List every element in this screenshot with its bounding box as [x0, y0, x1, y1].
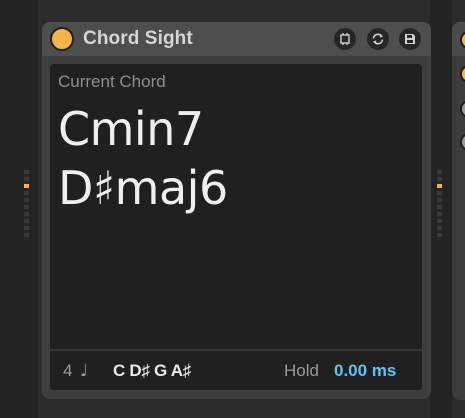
save-icon — [403, 32, 417, 46]
footer-divider — [50, 349, 422, 351]
save-button[interactable] — [399, 28, 421, 50]
hold-time-value[interactable]: 0.00 ms — [334, 361, 396, 381]
current-chord-label: Current Chord — [58, 72, 166, 91]
quarter-note-icon: ♩ — [80, 361, 89, 381]
chord-name-alternate: D♯maj6 — [58, 161, 228, 215]
device-title: Chord Sight — [83, 28, 193, 49]
chord-display-panel: Current Chord Cmin7 D♯maj6 4 ♩ C D♯ G A♯… — [50, 64, 422, 390]
right-level-meter — [437, 170, 442, 250]
voice-count: 4 — [63, 361, 73, 380]
chord-notes: C D♯ G A♯ — [113, 361, 191, 380]
fit-icon — [338, 32, 352, 46]
device-title-bar[interactable]: Chord Sight — [42, 22, 431, 56]
hold-label: Hold — [284, 361, 319, 380]
left-track-strip — [0, 0, 38, 418]
refresh-button[interactable] — [367, 28, 389, 50]
left-level-meter — [24, 170, 29, 250]
fit-button[interactable] — [334, 28, 356, 50]
refresh-icon — [371, 32, 385, 46]
chord-sight-device: Chord Sight Current Chord Cmin7 D♯maj6 4… — [42, 22, 431, 399]
chord-name-primary: Cmin7 — [58, 102, 204, 156]
device-power-button[interactable] — [50, 27, 74, 51]
